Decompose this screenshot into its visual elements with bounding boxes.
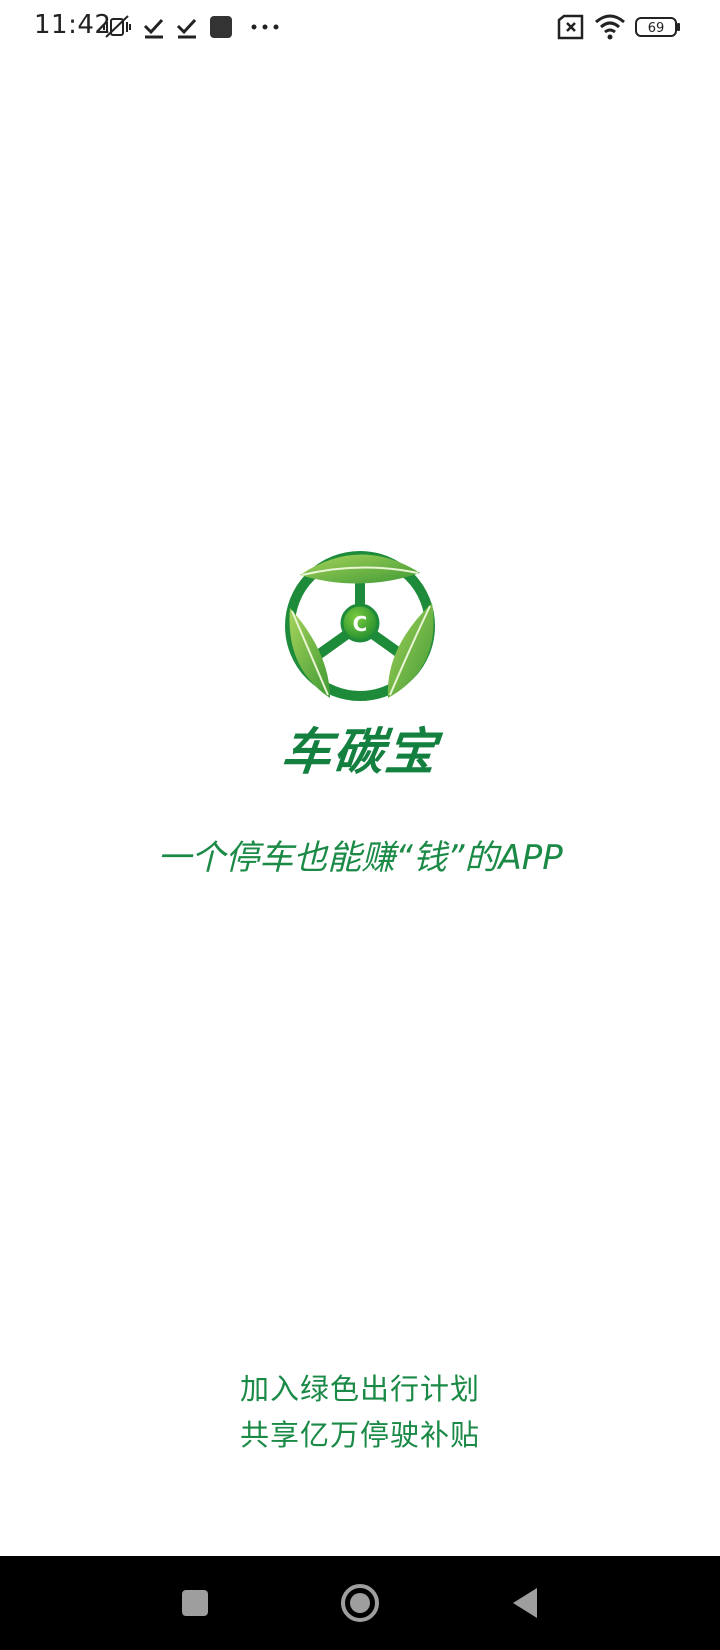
app-logo: C	[270, 543, 450, 723]
square-icon	[182, 1590, 208, 1616]
recent-apps-button[interactable]	[145, 1556, 245, 1650]
footer-line-1: 加入绿色出行计划	[239, 1372, 480, 1406]
wifi-icon	[595, 14, 625, 40]
more-dots-icon	[251, 24, 279, 30]
battery-icon: 69	[635, 17, 680, 37]
navigation-bar	[0, 1556, 720, 1650]
mute-vibrate-icon	[103, 15, 131, 38]
back-button[interactable]	[475, 1556, 575, 1650]
steering-leaf-logo-icon: C	[285, 551, 435, 701]
battery-level: 69	[648, 21, 665, 36]
status-bar: 11:42 69	[0, 0, 720, 56]
check-icon	[143, 18, 164, 39]
triangle-back-icon	[513, 1588, 537, 1618]
app-square-icon	[210, 16, 232, 38]
home-button[interactable]	[310, 1556, 410, 1650]
check-icon	[176, 18, 197, 39]
no-sim-icon	[557, 14, 584, 40]
footer-slogan: 加入绿色出行计划 共享亿万停驶补贴	[0, 1366, 720, 1458]
brand-name: 车碳宝	[278, 723, 441, 781]
tagline: 一个停车也能赚“钱”的APP	[157, 838, 563, 878]
status-time: 11:42	[34, 10, 112, 40]
logo-letter: C	[353, 612, 368, 636]
circle-home-icon	[341, 1584, 379, 1622]
footer-line-2: 共享亿万停驶补贴	[239, 1418, 480, 1452]
